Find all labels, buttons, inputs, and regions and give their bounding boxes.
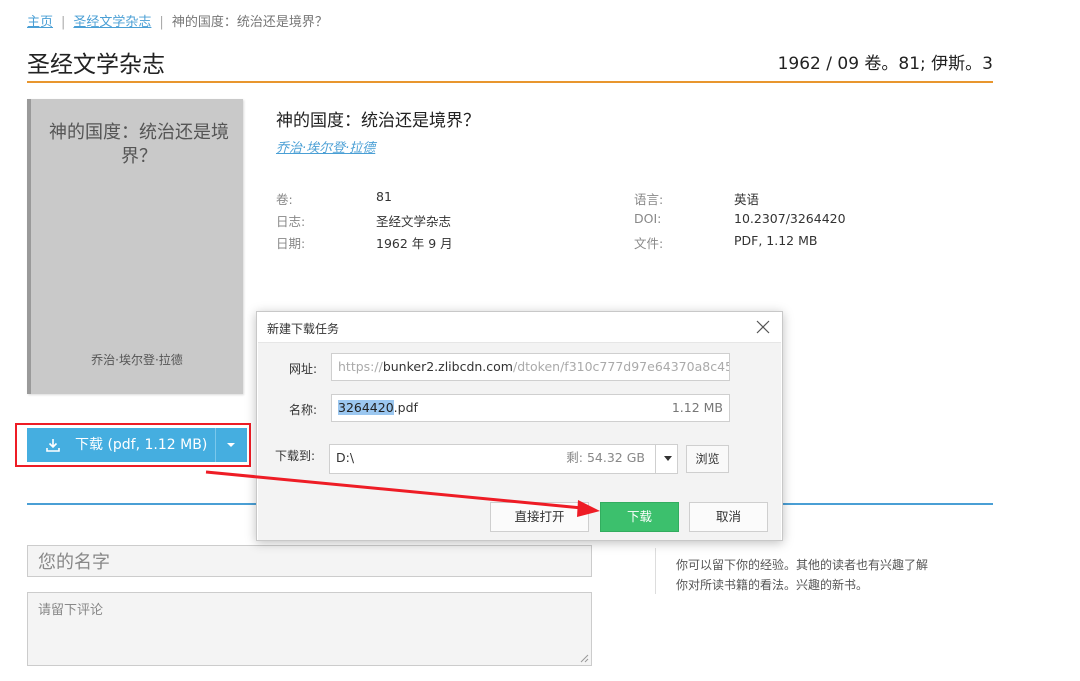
file-name-ext: .pdf [393,400,418,415]
cancel-button[interactable]: 取消 [689,502,768,532]
breadcrumb-separator: | [159,15,164,30]
meta-date-label: 日期: [276,236,306,251]
meta-language-label: 语言: [634,192,664,207]
comment-placeholder: 请留下评论 [38,603,104,618]
dialog-body: 网址: https://bunker2.zlibcdn.com/dtoken/f… [258,342,781,540]
save-path-dropdown[interactable] [655,444,678,474]
confirm-download-button[interactable]: 下载 [600,502,679,532]
meta-journal-label: 日志: [276,214,306,229]
cover-author: 乔治·埃尔登·拉德 [91,353,183,367]
book-title: 神的国度：统治还是境界？ [276,111,480,131]
url-field[interactable]: https://bunker2.zlibcdn.com/dtoken/f310c… [331,353,730,381]
breadcrumb-journal-link[interactable]: 圣经文学杂志 [73,15,151,30]
dialog-header: 新建下载任务 [257,312,782,342]
new-download-task-dialog: 新建下载任务 网址: https://bunker2.zlibcdn.com/d… [256,311,783,541]
comment-textarea[interactable]: 请留下评论 [27,592,592,666]
meta-file-label: 文件: [634,236,664,251]
breadcrumb-separator: | [61,15,66,30]
save-path-value: D:\ [336,450,355,465]
meta-language-value: 英语 [734,192,760,207]
book-author-link[interactable]: 乔治·埃尔登·拉德 [276,137,375,156]
name-input[interactable]: 您的名字 [27,545,592,577]
file-name-selected: 3264420 [338,400,394,415]
url-protocol: https:// [338,359,383,374]
breadcrumb: 主页 | 圣经文学杂志 | 神的国度：统治还是境界？ [27,11,328,30]
download-button-label: 下载 (pdf, 1.12 MB) [75,437,208,453]
resize-grip-icon[interactable] [579,653,589,663]
meta-volume-value: 81 [376,189,392,204]
issue-info: 1962 / 09 卷。81; 伊斯。3 [777,54,993,74]
browse-button[interactable]: 浏览 [686,445,729,473]
title-divider [27,81,993,83]
meta-journal-value: 圣经文学杂志 [376,214,452,229]
save-to-label: 下载到: [275,449,316,463]
save-path-field[interactable]: D:\ 剩: 54.32 GB [329,444,656,474]
name-label: 名称: [289,403,318,417]
meta-doi-value: 10.2307/3264420 [734,211,846,226]
meta-doi-label: DOI: [634,211,662,226]
side-divider [655,548,656,594]
cover-title: 神的国度：统治还是境界？ [49,122,229,167]
meta-volume-label: 卷: [276,192,293,207]
book-cover[interactable]: 神的国度：统治还是境界？ 乔治·埃尔登·拉德 [27,99,243,394]
url-label: 网址: [289,362,318,376]
breadcrumb-home-link[interactable]: 主页 [27,15,53,30]
url-host: bunker2.zlibcdn.com [382,359,513,374]
file-size: 1.12 MB [671,400,723,415]
page-title: 圣经文学杂志 [27,52,165,78]
open-directly-button[interactable]: 直接打开 [490,502,589,532]
download-button[interactable]: 下载 (pdf, 1.12 MB) [27,428,215,462]
meta-file-value: PDF, 1.12 MB [734,233,818,248]
close-icon[interactable] [756,320,770,334]
dialog-title: 新建下载任务 [267,322,340,336]
review-hint-text: 你可以留下你的经验。其他的读者也有兴趣了解你对所读书籍的看法。兴趣的新书。 [676,558,929,592]
download-options-dropdown[interactable] [215,428,247,462]
url-path: /dtoken/f310c777d97e64370a8c4554ed [512,359,729,374]
free-space: 剩: 54.32 GB [566,450,645,465]
breadcrumb-current: 神的国度：统治还是境界？ [171,15,328,30]
meta-date-value: 1962 年 9 月 [376,236,453,251]
file-name-field[interactable]: 3264420.pdf 1.12 MB [331,394,730,422]
download-icon [46,439,60,452]
